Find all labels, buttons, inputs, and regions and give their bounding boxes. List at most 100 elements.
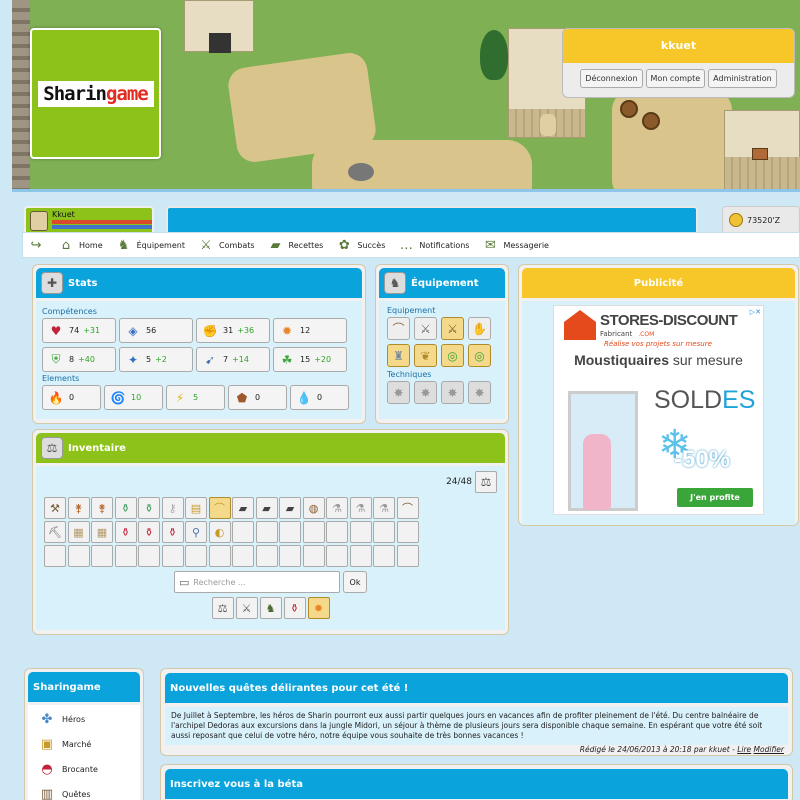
inventory-filter-button[interactable]: ♞ [259,597,282,619]
inventory-slot-empty[interactable] [396,521,419,543]
technique-slot[interactable]: ✸ [387,381,410,404]
equipment-slot[interactable]: ◎ [468,344,491,367]
inventory-slot-empty[interactable] [326,521,348,543]
inventory-slot[interactable]: ▰ [232,497,254,519]
logo[interactable]: Sharingame [30,28,161,159]
inventory-slot-empty[interactable] [185,545,207,567]
inventory-filter-button[interactable]: ⚔ [235,597,258,619]
nav-item-recettes[interactable]: ▰ Recettes [267,236,324,254]
inventory-slot[interactable]: ⚷ [161,497,184,519]
inventory-slot[interactable]: ⚱ [161,521,184,543]
sidebar-item-héros[interactable]: ✤ Héros [28,707,140,732]
inventory-slot-empty[interactable] [232,521,254,543]
inventory-slot[interactable]: ⚱ [114,521,137,543]
inventory-slot-empty[interactable] [373,545,395,567]
element-water-drop[interactable]: 💧 0 [290,385,349,410]
technique-slot[interactable]: ✸ [441,381,464,404]
inventory-slot-empty[interactable] [161,545,184,567]
nav-item-notifications[interactable]: … Notifications [397,236,470,254]
ad-choices-icon[interactable]: ▷✕ [750,308,761,316]
inventory-slot-empty[interactable] [114,545,137,567]
inventory-slot[interactable]: ▰ [279,497,301,519]
inventory-slot[interactable]: ◍ [302,497,325,519]
advertisement-banner[interactable]: ▷✕ STORES-DISCOUNT Fabricant .COM Réalise… [553,305,764,515]
inventory-slot-empty[interactable] [208,545,231,567]
inventory-slot[interactable]: ⚱ [114,497,137,519]
nav-item-messagerie[interactable]: ✉ Messagerie [481,236,549,254]
inventory-slot[interactable]: ⌒ [208,497,231,519]
inventory-slot-empty[interactable] [373,521,395,543]
element-fire[interactable]: 🔥 0 [42,385,101,410]
inventory-search-input[interactable]: ▭ Recherche ... [174,571,340,593]
equipment-slot[interactable]: ◎ [441,344,464,367]
inventory-slot-empty[interactable] [279,545,301,567]
inventory-slot-empty[interactable] [44,545,66,567]
inventory-slot[interactable]: ◐ [208,521,231,543]
stat-shield[interactable]: ◈ 56 [119,318,193,343]
equipment-slot[interactable]: ✋ [468,317,491,340]
inventory-slot[interactable]: ⚱ [138,521,160,543]
inventory-slot[interactable]: ⚵ [67,497,90,519]
inventory-filter-button[interactable]: ⚱ [283,597,306,619]
nav-item-succès[interactable]: ✿ Succès [335,236,386,254]
inventory-slot[interactable]: ⛏ [44,521,66,543]
sidebar-item-brocante[interactable]: ◓ Brocante [28,757,140,782]
inventory-slot[interactable]: ▰ [255,497,278,519]
inventory-slot[interactable]: ⚗ [373,497,395,519]
inventory-slot-empty[interactable] [302,521,325,543]
inventory-slot[interactable]: ▤ [185,497,207,519]
edit-link[interactable]: Modifier [754,745,784,754]
nav-item-équipement[interactable]: ♞ Équipement [115,236,185,254]
nav-item-home[interactable]: ⌂ Home [57,236,103,254]
ad-cta-button[interactable]: J'en profite [677,488,753,507]
equipment-slot[interactable]: ⚔ [414,317,437,340]
equipment-slot[interactable]: ⌒ [387,317,410,340]
stat-running-boot[interactable]: ➹ 7 +14 [196,347,270,372]
inventory-slot-empty[interactable] [138,545,160,567]
sidebar-item-quêtes[interactable]: ▥ Quêtes [28,782,140,800]
my-account-button[interactable]: Mon compte [645,69,706,88]
inventory-slot[interactable]: ⌒ [396,497,419,519]
logout-button[interactable]: Déconnexion [580,69,643,88]
stat-blue-star[interactable]: ✦ 5 +2 [119,347,193,372]
inventory-slot-empty[interactable] [67,545,90,567]
stat-heart[interactable]: ♥ 74 +31 [42,318,116,343]
inventory-slot[interactable]: ⚲ [185,521,207,543]
inventory-slot[interactable]: ⚗ [326,497,348,519]
inventory-slot[interactable]: ⚱ [138,497,160,519]
bag-capacity-icon[interactable]: ⚖ [475,471,497,493]
inventory-slot-empty[interactable] [396,545,419,567]
inventory-slot[interactable]: ⚒ [44,497,66,519]
nav-item-combats[interactable]: ⚔ Combats [197,236,254,254]
inventory-slot-empty[interactable] [255,545,278,567]
inventory-slot-empty[interactable] [326,545,348,567]
inventory-slot-empty[interactable] [349,521,372,543]
inventory-slot[interactable]: ▦ [67,521,90,543]
technique-slot[interactable]: ✸ [468,381,491,404]
equipment-slot[interactable]: ❦ [414,344,437,367]
inventory-slot-empty[interactable] [255,521,278,543]
equipment-slot[interactable]: ⚔ [441,317,464,340]
inventory-filter-button[interactable]: ⚖ [211,597,234,619]
element-rock[interactable]: ⬟ 0 [228,385,287,410]
nav-item-back[interactable]: ↪ [27,236,45,254]
administration-button[interactable]: Administration [708,69,777,88]
inventory-filter-button[interactable]: ✹ [307,597,330,619]
stat-fist[interactable]: ✊ 31 +36 [196,318,270,343]
sidebar-item-marché[interactable]: ▣ Marché [28,732,140,757]
read-link[interactable]: Lire [737,745,751,754]
technique-slot[interactable]: ✸ [414,381,437,404]
search-ok-button[interactable]: Ok [343,571,367,593]
stat-spark[interactable]: ✹ 12 [273,318,347,343]
inventory-slot-empty[interactable] [91,545,113,567]
inventory-slot[interactable]: ⚵ [91,497,113,519]
inventory-slot-empty[interactable] [349,545,372,567]
stat-green-shield[interactable]: ⛨ 8 +40 [42,347,116,372]
inventory-slot-empty[interactable] [232,545,254,567]
inventory-slot[interactable]: ⚗ [349,497,372,519]
equipment-slot[interactable]: ♜ [387,344,410,367]
inventory-slot-empty[interactable] [302,545,325,567]
inventory-slot[interactable]: ▦ [91,521,113,543]
inventory-slot-empty[interactable] [279,521,301,543]
element-tornado[interactable]: 🌀 10 [104,385,163,410]
